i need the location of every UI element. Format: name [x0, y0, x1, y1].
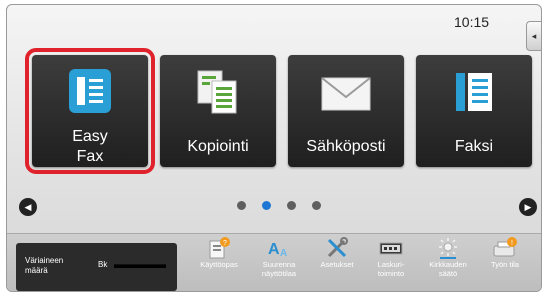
email-icon [321, 77, 371, 116]
tile-fax[interactable]: Faksi [416, 55, 532, 167]
manual-button[interactable]: ? Käyttöopas [189, 236, 249, 269]
tile-label: Faksi [454, 138, 494, 155]
tool-label: Käyttöopas [200, 260, 238, 269]
clock: 10:15 [454, 14, 490, 30]
zoom-text-icon: A A [249, 236, 309, 260]
tile-label-line2: Fax [76, 148, 104, 165]
tool-label: Asetukset [320, 260, 354, 269]
tile-label: Sähköposti [306, 138, 386, 155]
tool-label-line1: Kirkkauden [429, 260, 467, 269]
settings-icon [307, 236, 367, 260]
tile-email[interactable]: Sähköposti [288, 55, 404, 167]
chevron-right-icon: ▶ [524, 202, 532, 212]
tool-label: Työn tila [491, 260, 519, 269]
collapse-left-icon: ◂ [531, 31, 537, 41]
manual-icon: ? [189, 236, 249, 260]
tool-label-line2: säätö [438, 269, 458, 278]
page-dot-active[interactable] [262, 201, 271, 210]
toner-color-label: Bk [98, 260, 108, 269]
side-panel-tab[interactable]: ◂ [526, 21, 541, 51]
tile-label: Kopiointi [187, 138, 249, 155]
brightness-button[interactable]: Kirkkauden säätö [418, 236, 478, 278]
zoom-text-button[interactable]: A A Suurenna näyttötilaa [249, 236, 309, 278]
tool-label-line1: Laskuri- [377, 260, 405, 269]
toner-label-line2: määrä [25, 266, 48, 275]
bottom-toolbar: Väriaineen määrä Bk ? Käyttöopas A A Suu… [7, 233, 541, 291]
svg-text:!: ! [511, 240, 513, 247]
job-status-button[interactable]: ! Työn tila [475, 236, 535, 269]
svg-text:A: A [280, 248, 287, 259]
toner-level-bar [114, 264, 166, 268]
copy-icon [196, 69, 240, 120]
tile-easy-fax[interactable]: Easy Fax [25, 48, 155, 174]
settings-button[interactable]: Asetukset [307, 236, 367, 269]
svg-text:A: A [268, 241, 280, 258]
toner-level-panel: Väriaineen määrä Bk [16, 243, 177, 291]
touch-panel-screen: 10:15 ◂ Easy Fax Kopiointi Sähköposti Fa… [6, 4, 542, 292]
job-status-icon: ! [475, 236, 535, 260]
svg-text:?: ? [223, 240, 227, 247]
toner-level-track [114, 264, 166, 268]
brightness-icon [418, 236, 478, 260]
tool-label-line2: näyttötilaa [261, 269, 297, 278]
page-dot[interactable] [237, 201, 246, 210]
easy-fax-icon [69, 69, 111, 118]
prev-page-button[interactable]: ◀ [19, 198, 37, 216]
tool-label-line1: Suurenna [262, 260, 296, 269]
page-dot[interactable] [312, 201, 321, 210]
toner-label: Väriaineen määrä [25, 256, 75, 276]
fax-icon [452, 69, 496, 120]
page-dot[interactable] [287, 201, 296, 210]
next-page-button[interactable]: ▶ [519, 198, 537, 216]
tile-label-line1: Easy [72, 128, 108, 145]
tile-copy[interactable]: Kopiointi [160, 55, 276, 167]
tool-label-line2: toiminto [377, 269, 405, 278]
toner-label-line1: Väriaineen [25, 256, 64, 265]
chevron-left-icon: ◀ [24, 202, 32, 212]
counter-icon [361, 236, 421, 260]
counter-button[interactable]: Laskuri- toiminto [361, 236, 421, 278]
